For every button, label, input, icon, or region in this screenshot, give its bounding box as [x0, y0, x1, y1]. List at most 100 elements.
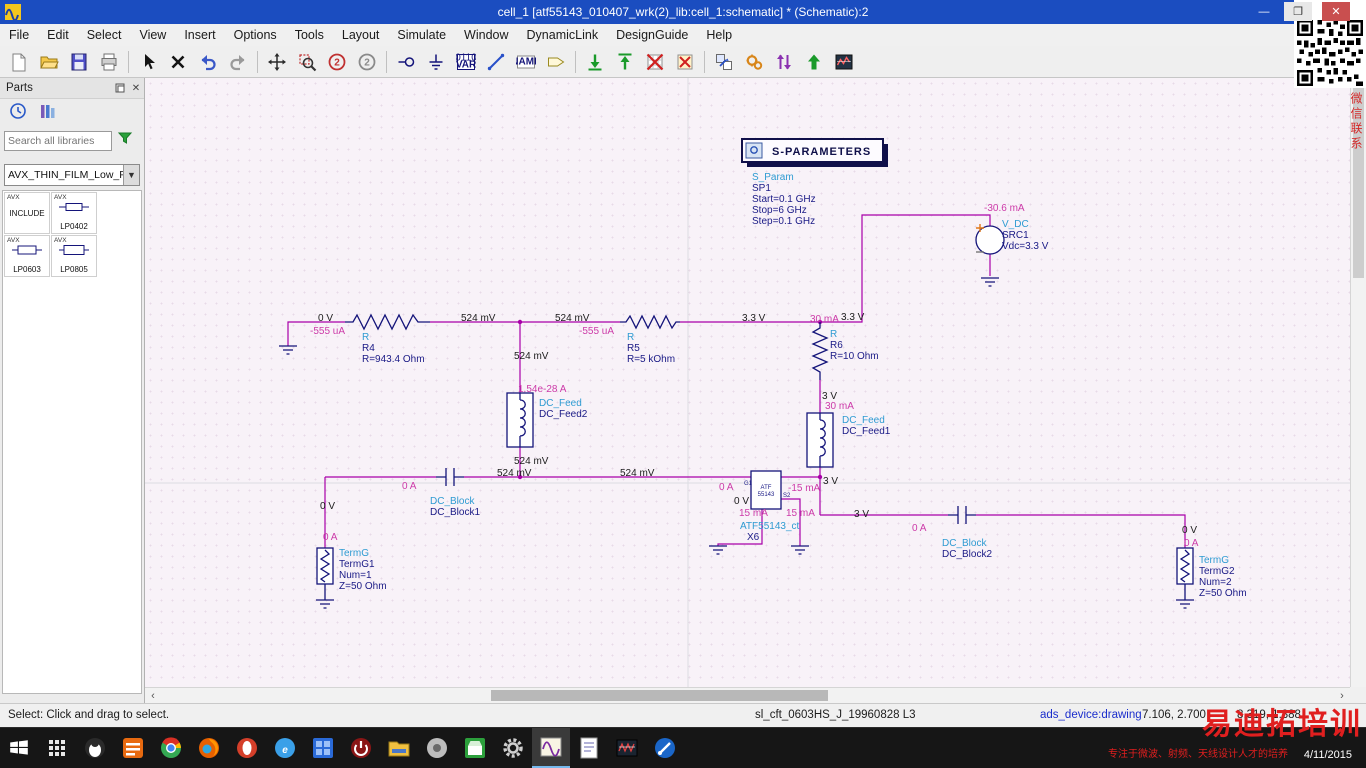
- zoom-area-button[interactable]: [292, 48, 322, 76]
- component-r6[interactable]: R R6 R=10 Ohm: [811, 322, 879, 380]
- component-dcblock2[interactable]: DC_Block DC_Block2: [942, 506, 992, 560]
- menu-edit[interactable]: Edit: [38, 24, 78, 46]
- search-input[interactable]: [4, 130, 112, 151]
- status-message: Select: Click and drag to select.: [8, 709, 170, 721]
- float-panel-button[interactable]: [112, 81, 128, 95]
- menu-help[interactable]: Help: [697, 24, 741, 46]
- menu-insert[interactable]: Insert: [175, 24, 224, 46]
- menu-select[interactable]: Select: [78, 24, 131, 46]
- menu-window[interactable]: Window: [455, 24, 517, 46]
- menu-simulate[interactable]: Simulate: [388, 24, 455, 46]
- minimize-button[interactable]: —: [1250, 2, 1278, 21]
- taskbar-chrome-icon[interactable]: [152, 728, 190, 768]
- wire-name-button[interactable]: NAME: [511, 48, 541, 76]
- generate-layout-button[interactable]: [709, 48, 739, 76]
- menu-options[interactable]: Options: [225, 24, 286, 46]
- menu-file[interactable]: File: [0, 24, 38, 46]
- taskbar-design-tool-icon[interactable]: [646, 728, 684, 768]
- maximize-button[interactable]: ❐: [1284, 2, 1312, 21]
- open-design-button[interactable]: [34, 48, 64, 76]
- status-mode: ads_device:drawing: [1040, 709, 1142, 721]
- library-browser-button[interactable]: [38, 101, 58, 126]
- menu-layout[interactable]: Layout: [333, 24, 389, 46]
- taskbar-settings-gear-icon[interactable]: [494, 728, 532, 768]
- menu-dynamiclink[interactable]: DynamicLink: [518, 24, 608, 46]
- delete-button[interactable]: [163, 48, 193, 76]
- svg-text:524 mV: 524 mV: [461, 313, 496, 324]
- taskbar-ie-icon[interactable]: e: [266, 728, 304, 768]
- part-item-lp0805[interactable]: AVX LP0805: [51, 235, 97, 277]
- taskbar-document-app-icon[interactable]: [114, 728, 152, 768]
- component-dcfeed1[interactable]: DC_Feed DC_Feed1: [806, 412, 891, 468]
- taskbar-opera-icon[interactable]: [228, 728, 266, 768]
- status-cell-info: sl_cft_0603HS_J_19960828 L3: [755, 709, 916, 721]
- undo-button[interactable]: [193, 48, 223, 76]
- redo-button[interactable]: [223, 48, 253, 76]
- insert-port-button[interactable]: [391, 48, 421, 76]
- scroll-left-arrow[interactable]: ‹: [145, 688, 161, 704]
- close-panel-button[interactable]: ✕: [128, 81, 144, 95]
- menu-view[interactable]: View: [130, 24, 175, 46]
- select-pointer-button[interactable]: [133, 48, 163, 76]
- svg-text:-30.6 mA: -30.6 mA: [984, 203, 1025, 214]
- taskbar-media-player-icon[interactable]: [418, 728, 456, 768]
- horizontal-scrollbar[interactable]: ‹ ›: [145, 687, 1350, 703]
- menu-tools[interactable]: Tools: [286, 24, 333, 46]
- simulation-settings-button[interactable]: [739, 48, 769, 76]
- taskbar-control-panel-icon[interactable]: [304, 728, 342, 768]
- simulate-button[interactable]: [580, 48, 610, 76]
- taskbar-notepad-icon[interactable]: [570, 728, 608, 768]
- taskbar-power-app-icon[interactable]: [342, 728, 380, 768]
- part-history-button[interactable]: [8, 101, 28, 126]
- taskbar-ads-active-icon[interactable]: [532, 728, 570, 768]
- part-item-lp0603[interactable]: AVX LP0603: [4, 235, 50, 277]
- start-button[interactable]: [0, 728, 38, 768]
- horizontal-scrollbar-track[interactable]: [161, 688, 1334, 703]
- push-up-hierarchy-button[interactable]: [799, 48, 829, 76]
- save-design-button[interactable]: [64, 48, 94, 76]
- taskbar-firefox-icon[interactable]: [190, 728, 228, 768]
- component-r5[interactable]: R R5 R=5 kOhm: [620, 314, 680, 365]
- print-button[interactable]: [94, 48, 124, 76]
- sparameters-controller[interactable]: S-PARAMETERS S_Param SP1 Start=0.1 GHz S…: [741, 138, 888, 227]
- taskbar-store-icon[interactable]: [456, 728, 494, 768]
- insert-probe-button[interactable]: [769, 48, 799, 76]
- update-results-button[interactable]: [610, 48, 640, 76]
- part-item-include[interactable]: AVX INCLUDE: [4, 192, 50, 234]
- library-select[interactable]: AVX_THIN_FILM_Low_Pa ▼: [4, 164, 140, 186]
- component-termg1[interactable]: TermG TermG1 Num=1 Z=50 Ohm: [316, 547, 387, 609]
- component-vdc-src1[interactable]: V_DC SRC1 Vdc=3.3 V: [975, 219, 1049, 287]
- svg-text:2: 2: [364, 57, 370, 68]
- taskbar-file-manager-icon[interactable]: [380, 728, 418, 768]
- data-display-button[interactable]: [829, 48, 859, 76]
- chevron-down-icon[interactable]: ▼: [123, 165, 139, 185]
- status-bar: Select: Click and drag to select. sl_cft…: [0, 703, 1366, 727]
- zoom-in-2x-button[interactable]: 2: [352, 48, 382, 76]
- svg-text:524 mV: 524 mV: [620, 468, 655, 479]
- vertical-scrollbar[interactable]: [1350, 78, 1366, 687]
- svg-text:0 A: 0 A: [719, 482, 734, 493]
- taskbar-messenger-icon[interactable]: [76, 728, 114, 768]
- horizontal-scrollbar-thumb[interactable]: [491, 690, 828, 701]
- app-launcher-icon[interactable]: [38, 728, 76, 768]
- menu-designguide[interactable]: DesignGuide: [607, 24, 697, 46]
- wire-label-button[interactable]: [541, 48, 571, 76]
- close-button[interactable]: ✕: [1322, 2, 1350, 21]
- insert-var-button[interactable]: 0110 VAR: [451, 48, 481, 76]
- deactivate-component-button[interactable]: [640, 48, 670, 76]
- zoom-out-2x-button[interactable]: 2: [322, 48, 352, 76]
- taskbar-scope-display-icon[interactable]: [608, 728, 646, 768]
- date-text: 4/11/2015: [1303, 749, 1352, 761]
- insert-wire-button[interactable]: [481, 48, 511, 76]
- component-termg2[interactable]: TermG TermG2 Num=2 Z=50 Ohm: [1176, 547, 1247, 609]
- component-dcblock1[interactable]: DC_Block DC_Block1: [430, 468, 480, 518]
- activate-component-button[interactable]: [670, 48, 700, 76]
- svg-text:55143: 55143: [758, 492, 775, 498]
- part-item-lp0402[interactable]: AVX LP0402: [51, 192, 97, 234]
- pan-view-button[interactable]: [262, 48, 292, 76]
- insert-ground-button[interactable]: [421, 48, 451, 76]
- new-design-button[interactable]: [4, 48, 34, 76]
- schematic-canvas[interactable]: S-PARAMETERS S_Param SP1 Start=0.1 GHz S…: [145, 78, 1350, 687]
- component-dcfeed2[interactable]: DC_Feed DC_Feed2: [506, 392, 588, 448]
- filter-icon[interactable]: [116, 129, 134, 152]
